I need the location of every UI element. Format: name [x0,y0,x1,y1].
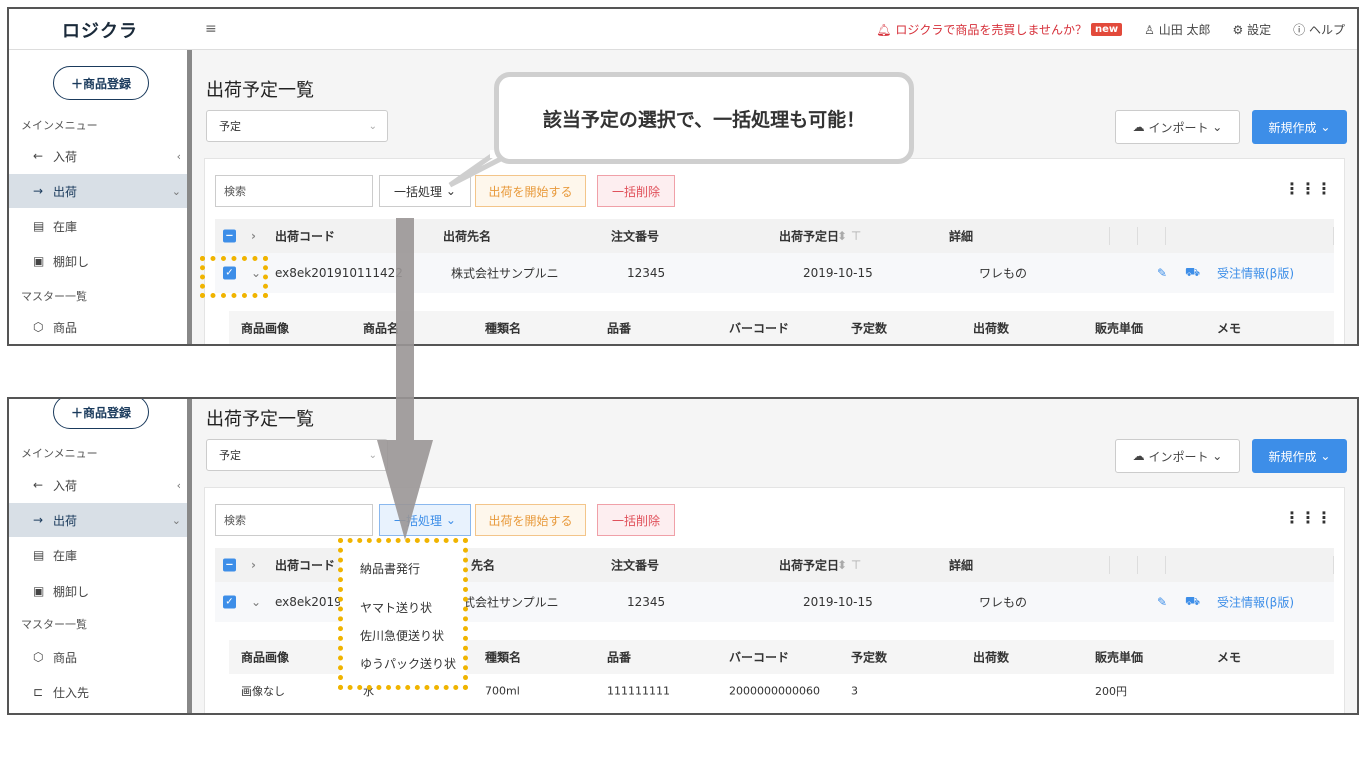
sidebar-item-products[interactable]: ⬡ 商品 [9,640,191,674]
settings-link[interactable]: ⚙ 設定 [1233,21,1272,38]
column-grid-icon[interactable]: ⋮⋮⋮ [1284,179,1332,198]
down-arrow-icon [377,218,433,540]
sidebar-item-suppliers[interactable]: ⊏ 仕入先 [9,675,191,709]
bulk-delete-button[interactable]: 一括削除 [597,175,675,207]
truck-icon[interactable]: ⛟ [1185,594,1200,610]
new-button[interactable]: 新規作成 ⌄ [1252,439,1347,473]
order-info-link[interactable]: 受注情報(β版) [1217,265,1294,282]
arrow-left-icon: ← [33,149,44,163]
warehouse-icon: ▤ [33,219,45,233]
status-select[interactable]: 予定 ⌄ [206,110,388,142]
clipboard-icon: ▣ [33,254,45,268]
arrow-left-icon: ← [33,478,44,492]
arrow-right-icon: → [33,513,44,527]
clipboard-icon: ▣ [33,584,45,598]
sidebar: ＋商品登録 メインメニュー ← 入荷 ‹ → 出荷 ⌄ ▤ 在庫 ▣ 棚卸し マ… [9,399,191,713]
truck-icon[interactable]: ⛟ [1185,265,1200,281]
expand-icon[interactable]: › [251,229,256,243]
edit-icon[interactable]: ✎ [1157,266,1167,280]
sidebar-item-receiving[interactable]: ← 入荷 ‹ [9,139,191,173]
chevron-down-icon: ⌄ [1212,449,1223,463]
cloud-upload-icon: ☁︎ [1132,120,1145,134]
page-title: 出荷予定一覧 [206,80,314,101]
sidebar-item-receiving[interactable]: ← 入荷 ‹ [9,468,191,502]
building-icon: ⊏ [33,685,44,699]
chevron-down-icon: ⌄ [368,120,377,132]
box-icon: ⬡ [33,320,44,334]
main-menu-label: メインメニュー [21,119,98,132]
hamburger-icon[interactable]: ≡ [205,21,217,37]
help-link[interactable]: ⓘ ヘルプ [1293,21,1345,38]
import-button[interactable]: ☁︎ インポート ⌄ [1115,110,1240,144]
sidebar-item-stocktake[interactable]: ▣ 棚卸し [9,244,191,278]
status-select[interactable]: 予定 ⌄ [206,439,388,471]
chevron-down-icon: ⌄ [171,513,181,527]
master-label: マスター一覧 [21,618,87,631]
import-button[interactable]: ☁︎ インポート ⌄ [1115,439,1240,473]
sidebar-item-inventory[interactable]: ▤ 在庫 [9,209,191,243]
checkbox-highlight [200,256,268,298]
edit-icon[interactable]: ✎ [1157,595,1167,609]
box-icon: ⬡ [33,650,44,664]
new-button[interactable]: 新規作成 ⌄ [1252,110,1347,144]
chevron-down-icon: ⌄ [445,513,456,527]
help-icon: ⓘ [1293,23,1306,37]
sidebar-item-products[interactable]: ⬡ 商品 [9,310,191,344]
cloud-upload-icon: ☁︎ [1132,449,1145,463]
app-header: ロジクラ ≡ 🔔︎ ロジクラで商品を売買しませんか？ new ♙ 山田 太郎 ⚙… [9,9,1357,50]
select-all-checkbox[interactable]: − [223,229,236,243]
app-logo[interactable]: ロジクラ [9,9,191,50]
user-menu[interactable]: ♙ 山田 太郎 [1144,21,1210,38]
sidebar-item-shipping[interactable]: → 出荷 ⌄ [9,503,191,537]
register-product-button[interactable]: ＋商品登録 [53,66,149,100]
sidebar: ＋商品登録 メインメニュー ← 入荷 ‹ → 出荷 ⌄ ▤ 在庫 ▣ 棚卸し マ… [9,50,191,344]
search-input[interactable]: 検索 [215,175,373,207]
register-product-button[interactable]: ＋商品登録 [53,399,149,429]
page-title: 出荷予定一覧 [206,409,314,430]
order-info-link[interactable]: 受注情報(β版) [1217,594,1294,611]
gear-icon: ⚙ [1232,23,1244,37]
start-shipping-button[interactable]: 出荷を開始する [475,504,586,536]
chevron-down-icon: ⌄ [1320,120,1331,134]
user-icon: ♙ [1144,23,1155,37]
warehouse-icon: ▤ [33,548,45,562]
dropdown-highlight [338,538,468,690]
sidebar-item-shipping[interactable]: → 出荷 ⌄ [9,174,191,208]
search-input[interactable]: 検索 [215,504,373,536]
chevron-down-icon: ⌄ [1212,120,1223,134]
bell-icon: 🔔︎ [876,22,892,37]
row-checkbox[interactable]: ✓ [223,595,236,609]
sidebar-item-inventory[interactable]: ▤ 在庫 [9,538,191,572]
promo-link[interactable]: 🔔︎ ロジクラで商品を売買しませんか？ new [876,21,1123,38]
chevron-down-icon: ⌄ [1320,449,1331,463]
arrow-right-icon: → [33,184,44,198]
bulk-delete-button[interactable]: 一括削除 [597,504,675,536]
chevron-down-icon: ⌄ [171,184,181,198]
callout-bubble: 該当予定の選択で、一括処理も可能！ [494,72,914,164]
expand-icon[interactable]: › [251,558,256,572]
chevron-down-icon[interactable]: ⌄ [251,595,261,609]
screenshot-bottom: ＋商品登録 メインメニュー ← 入荷 ‹ → 出荷 ⌄ ▤ 在庫 ▣ 棚卸し マ… [7,397,1359,715]
sort-icon[interactable]: ⬍ ⊤ [837,229,861,243]
sidebar-item-stocktake[interactable]: ▣ 棚卸し [9,574,191,608]
column-grid-icon[interactable]: ⋮⋮⋮ [1284,508,1332,527]
chevron-left-icon: ‹ [176,149,181,163]
sort-icon[interactable]: ⬍ ⊤ [837,558,861,572]
select-all-checkbox[interactable]: − [223,558,236,572]
master-label: マスター一覧 [21,290,87,303]
new-badge: new [1090,23,1123,36]
chevron-left-icon: ‹ [176,478,181,492]
promo-text: ロジクラで商品を売買しませんか？ [895,23,1087,37]
main-menu-label: メインメニュー [21,447,98,460]
